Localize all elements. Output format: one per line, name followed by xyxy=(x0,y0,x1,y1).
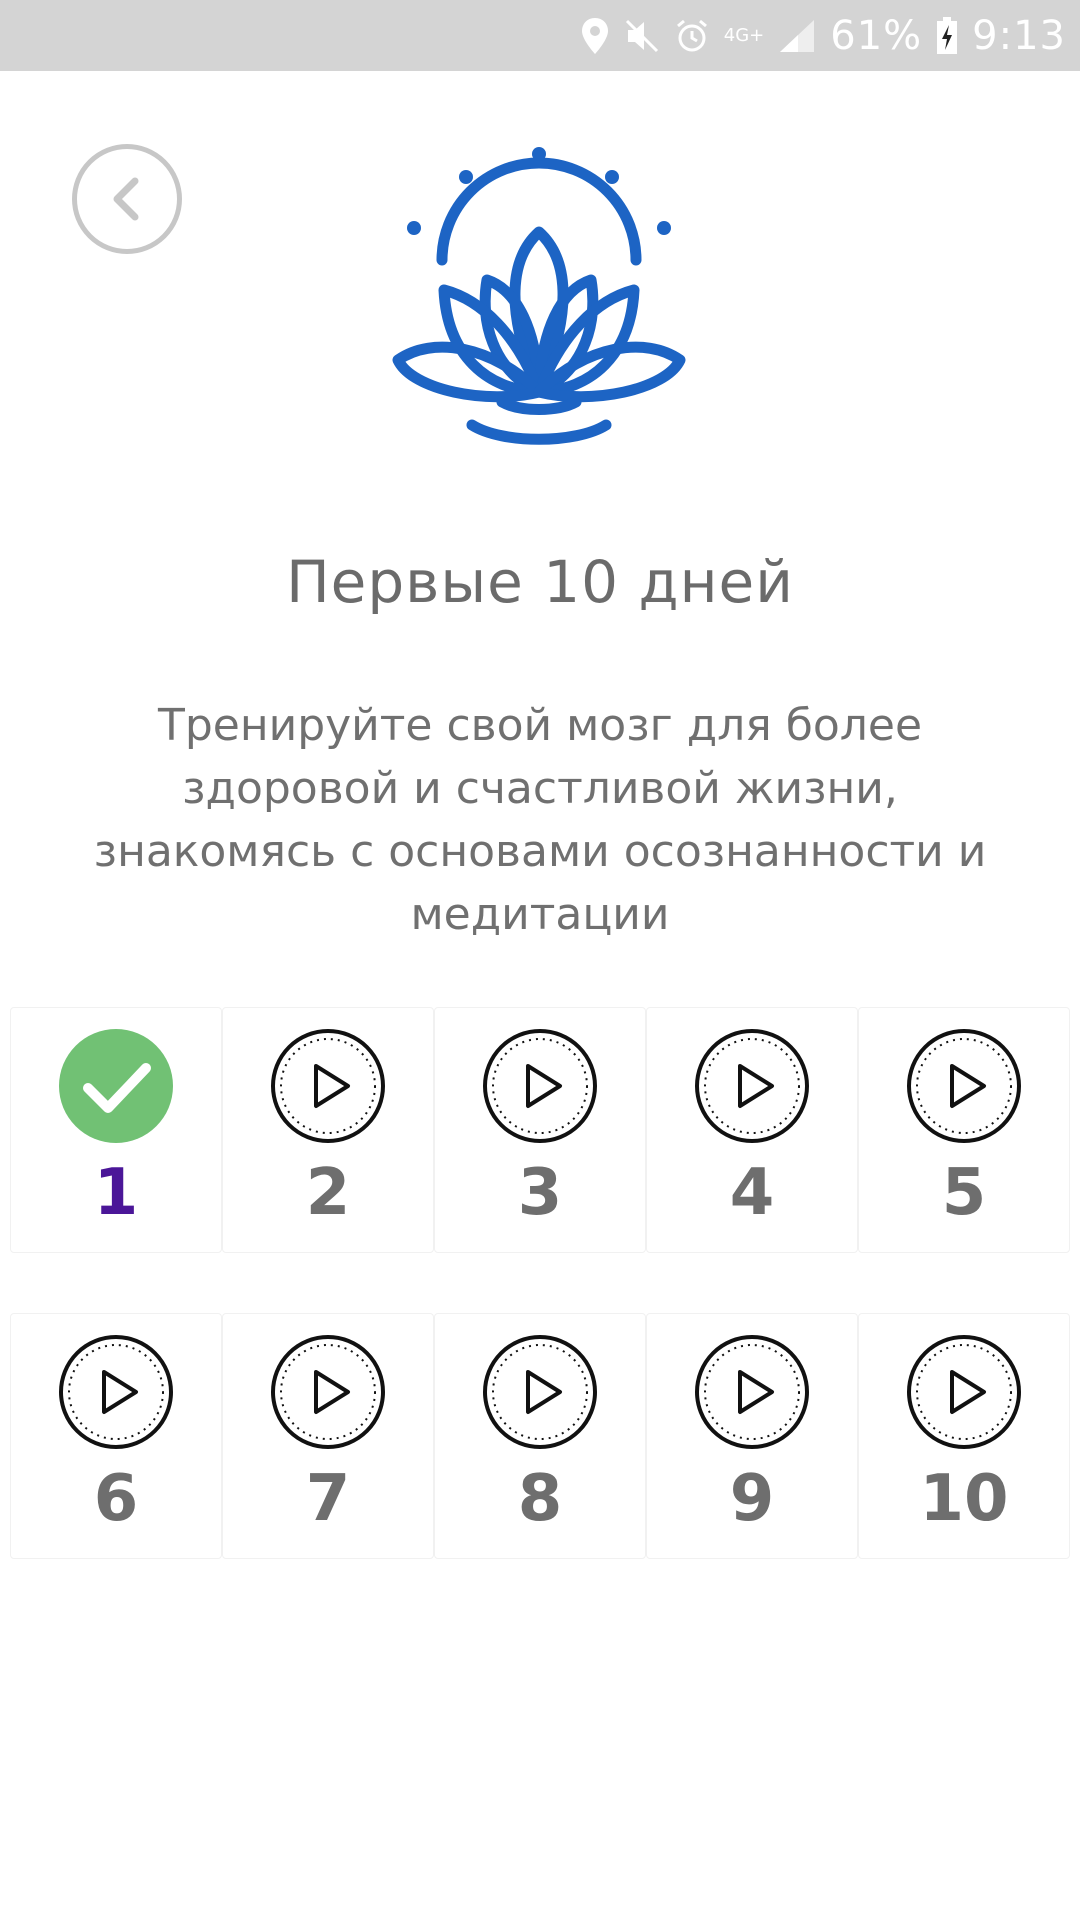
chevron-left-icon xyxy=(113,177,139,221)
status-bar: 4G+ 61% 9:13 xyxy=(0,0,1080,71)
check-circle-icon xyxy=(59,1029,173,1143)
day-number: 10 xyxy=(919,1462,1009,1536)
day-cell-7[interactable]: 7 xyxy=(222,1313,434,1559)
play-icon xyxy=(271,1029,385,1143)
play-icon xyxy=(907,1029,1021,1143)
clock: 9:13 xyxy=(972,12,1066,59)
location-icon xyxy=(580,16,610,56)
day-grid: 1 2 3 4 5 6 7 8 9 10 xyxy=(10,1007,1070,1619)
course-title: Первые 10 дней xyxy=(286,548,794,616)
day-number: 1 xyxy=(93,1156,139,1230)
day-number: 3 xyxy=(517,1156,563,1230)
battery-charging-icon xyxy=(936,16,958,55)
play-icon xyxy=(59,1335,173,1449)
play-icon xyxy=(695,1335,809,1449)
play-icon xyxy=(271,1335,385,1449)
day-number: 6 xyxy=(93,1462,139,1536)
mute-icon xyxy=(624,18,660,54)
lotus-sun-icon xyxy=(392,147,686,445)
play-icon xyxy=(907,1335,1021,1449)
battery-percent: 61% xyxy=(830,12,923,59)
play-icon xyxy=(695,1029,809,1143)
day-number: 9 xyxy=(729,1462,775,1536)
day-row: 6 7 8 9 10 xyxy=(10,1313,1070,1559)
day-cell-6[interactable]: 6 xyxy=(10,1313,222,1559)
course-description: Тренируйте свой мозг для более здоровой … xyxy=(93,700,987,940)
day-number: 7 xyxy=(305,1462,351,1536)
day-number: 5 xyxy=(941,1156,987,1230)
day-cell-9[interactable]: 9 xyxy=(646,1313,858,1559)
alarm-icon xyxy=(674,18,710,54)
course-logo xyxy=(392,140,686,450)
day-cell-3[interactable]: 3 xyxy=(434,1007,646,1253)
day-cell-8[interactable]: 8 xyxy=(434,1313,646,1559)
back-button[interactable] xyxy=(72,144,182,254)
network-icon: 4G+ xyxy=(723,25,765,46)
day-cell-1[interactable]: 1 xyxy=(10,1007,222,1253)
day-number: 4 xyxy=(729,1156,775,1230)
day-cell-4[interactable]: 4 xyxy=(646,1007,858,1253)
day-row: 1 2 3 4 5 xyxy=(10,1007,1070,1253)
signal-icon xyxy=(778,18,816,54)
day-number: 2 xyxy=(305,1156,351,1230)
play-icon xyxy=(483,1029,597,1143)
status-icons: 4G+ 61% 9:13 xyxy=(580,0,1066,71)
day-cell-2[interactable]: 2 xyxy=(222,1007,434,1253)
day-cell-5[interactable]: 5 xyxy=(858,1007,1070,1253)
day-cell-10[interactable]: 10 xyxy=(858,1313,1070,1559)
play-icon xyxy=(483,1335,597,1449)
day-number: 8 xyxy=(517,1462,563,1536)
